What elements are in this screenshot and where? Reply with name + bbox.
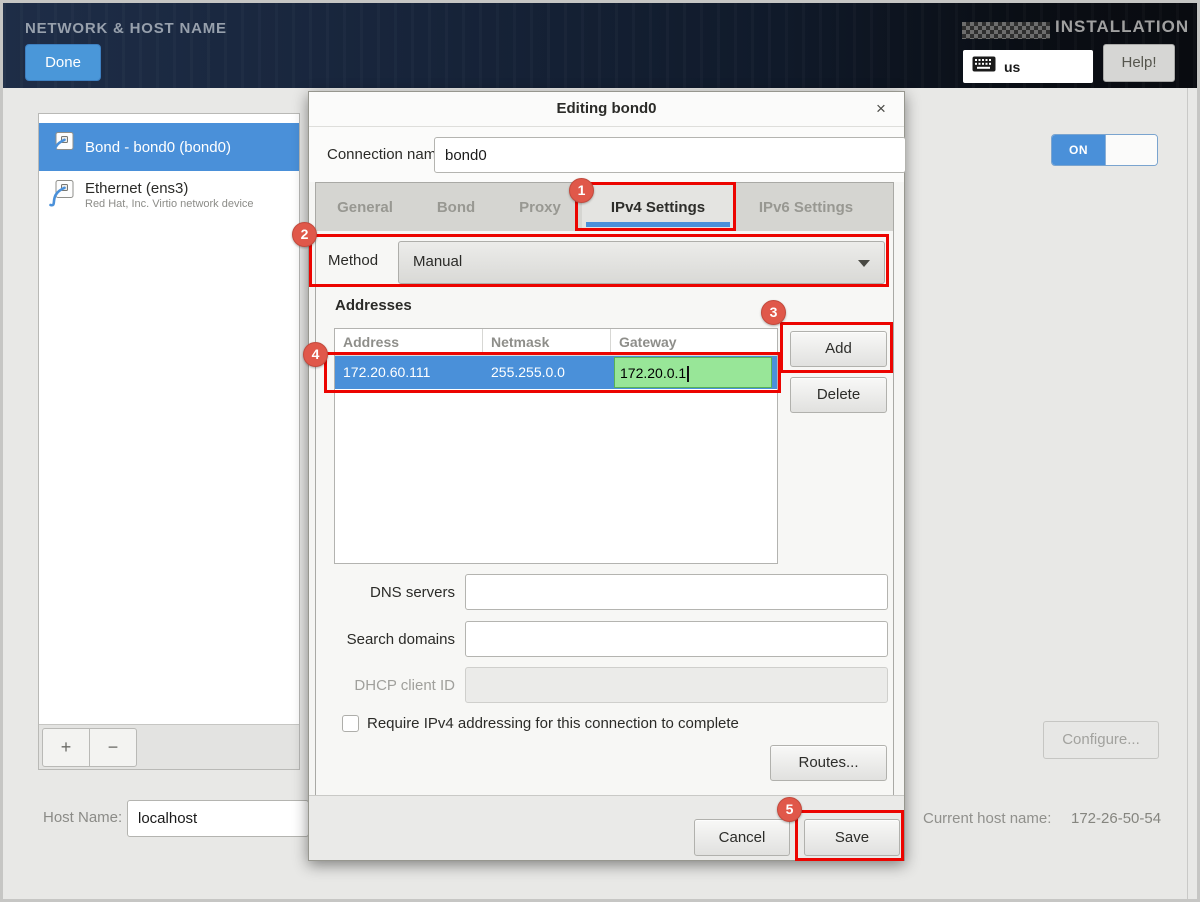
dns-servers-label: DNS servers xyxy=(316,584,455,601)
chevron-down-icon xyxy=(858,260,870,267)
cancel-button[interactable]: Cancel xyxy=(694,819,790,856)
host-name-input[interactable] xyxy=(127,800,309,837)
device-row-ens3[interactable]: Ethernet (ens3) Red Hat, Inc. Virtio net… xyxy=(39,171,299,219)
device-row-subtitle: Red Hat, Inc. Virtio network device xyxy=(85,198,254,210)
annotation-step-2: 2 xyxy=(292,222,317,247)
routes-button[interactable]: Routes... xyxy=(770,745,887,781)
netmask-cell[interactable]: 255.255.0.0 xyxy=(491,364,565,380)
gateway-cell-editing[interactable]: 172.20.0.1 xyxy=(614,357,772,388)
addresses-table-header: Address Netmask Gateway xyxy=(335,329,777,356)
content-edge-divider xyxy=(1187,88,1188,899)
tab-ipv4-settings[interactable]: IPv4 Settings xyxy=(582,183,734,231)
remove-device-button[interactable]: − xyxy=(89,728,137,767)
ethernet-network-icon xyxy=(47,178,77,213)
column-header-address[interactable]: Address xyxy=(335,329,483,355)
dhcp-client-id-input xyxy=(465,667,888,703)
device-list-toolbar: + − xyxy=(39,724,299,769)
dialog-titlebar: Editing bond0 × xyxy=(309,92,904,127)
address-cell[interactable]: 172.20.60.111 xyxy=(343,364,430,380)
annotation-step-4: 4 xyxy=(303,342,328,367)
dialog-title: Editing bond0 xyxy=(309,100,904,117)
method-selected-value: Manual xyxy=(413,253,462,270)
done-button[interactable]: Done xyxy=(25,44,101,81)
connection-name-input[interactable] xyxy=(434,137,906,173)
search-domains-label: Search domains xyxy=(316,631,455,648)
column-header-netmask[interactable]: Netmask xyxy=(483,329,611,355)
tab-ipv6-settings[interactable]: IPv6 Settings xyxy=(734,183,878,231)
current-host-name-label: Current host name: xyxy=(923,810,1051,827)
device-row-bond0[interactable]: Bond - bond0 (bond0) xyxy=(39,123,299,171)
close-icon[interactable]: × xyxy=(871,98,891,120)
add-address-button[interactable]: Add xyxy=(790,331,887,367)
help-button[interactable]: Help! xyxy=(1103,44,1175,82)
bond-network-icon xyxy=(47,130,77,165)
search-domains-input[interactable] xyxy=(465,621,888,657)
current-host-name-value: 172-26-50-54 xyxy=(1071,810,1161,827)
delete-address-button[interactable]: Delete xyxy=(790,377,887,413)
column-header-gateway[interactable]: Gateway xyxy=(611,329,777,355)
active-tab-underline xyxy=(586,222,730,227)
anaconda-window: NETWORK & HOST NAME Done INSTALLATION us… xyxy=(0,0,1200,902)
annotation-step-5: 5 xyxy=(777,797,802,822)
method-dropdown[interactable]: Manual xyxy=(398,241,885,284)
device-row-title: Ethernet (ens3) xyxy=(85,180,254,197)
save-button[interactable]: Save xyxy=(804,819,900,856)
connection-name-label: Connection name xyxy=(327,146,445,163)
table-row[interactable]: 172.20.60.111 255.255.0.0 172.20.0.1 xyxy=(335,356,777,389)
settings-tabbar: General Bond Proxy IPv4 Settings IPv6 Se… xyxy=(315,182,894,231)
ipv4-settings-page: Method Manual Addresses Address Netmask … xyxy=(315,231,894,797)
device-list-panel: Bond - bond0 (bond0) Ethernet (ens3) Red… xyxy=(38,113,300,770)
keyboard-layout-value: us xyxy=(1004,59,1020,75)
method-label: Method xyxy=(328,252,378,269)
addresses-label: Addresses xyxy=(335,297,412,314)
connection-name-row: Connection name xyxy=(309,127,904,182)
page-title: NETWORK & HOST NAME xyxy=(25,20,227,37)
keyboard-icon xyxy=(972,56,996,77)
configure-button[interactable]: Configure... xyxy=(1043,721,1159,759)
require-ipv4-checkbox[interactable] xyxy=(342,715,359,732)
tab-bond[interactable]: Bond xyxy=(414,183,498,231)
annotation-step-1: 1 xyxy=(569,178,594,203)
toggle-on-label: ON xyxy=(1052,135,1105,165)
keyboard-layout-indicator[interactable]: us xyxy=(963,50,1093,83)
dns-servers-input[interactable] xyxy=(465,574,888,610)
editing-bond0-dialog: Editing bond0 × Connection name General … xyxy=(308,91,905,861)
host-name-label: Host Name: xyxy=(43,809,122,826)
redacted-text-block xyxy=(962,22,1050,39)
device-row-title: Bond - bond0 (bond0) xyxy=(85,139,231,156)
annotation-step-3: 3 xyxy=(761,300,786,325)
toggle-knob xyxy=(1105,135,1157,165)
network-on-toggle[interactable]: ON xyxy=(1051,134,1158,166)
tab-general[interactable]: General xyxy=(316,183,414,231)
text-cursor xyxy=(687,366,689,382)
device-row-text: Ethernet (ens3) Red Hat, Inc. Virtio net… xyxy=(85,180,254,210)
add-device-button[interactable]: + xyxy=(42,728,90,767)
installation-label: INSTALLATION xyxy=(1055,17,1189,37)
top-bar: NETWORK & HOST NAME Done INSTALLATION us… xyxy=(3,3,1197,88)
require-ipv4-checkbox-label: Require IPv4 addressing for this connect… xyxy=(367,715,739,732)
dhcp-client-id-label: DHCP client ID xyxy=(316,677,455,694)
addresses-table: Address Netmask Gateway 172.20.60.111 25… xyxy=(334,328,778,564)
